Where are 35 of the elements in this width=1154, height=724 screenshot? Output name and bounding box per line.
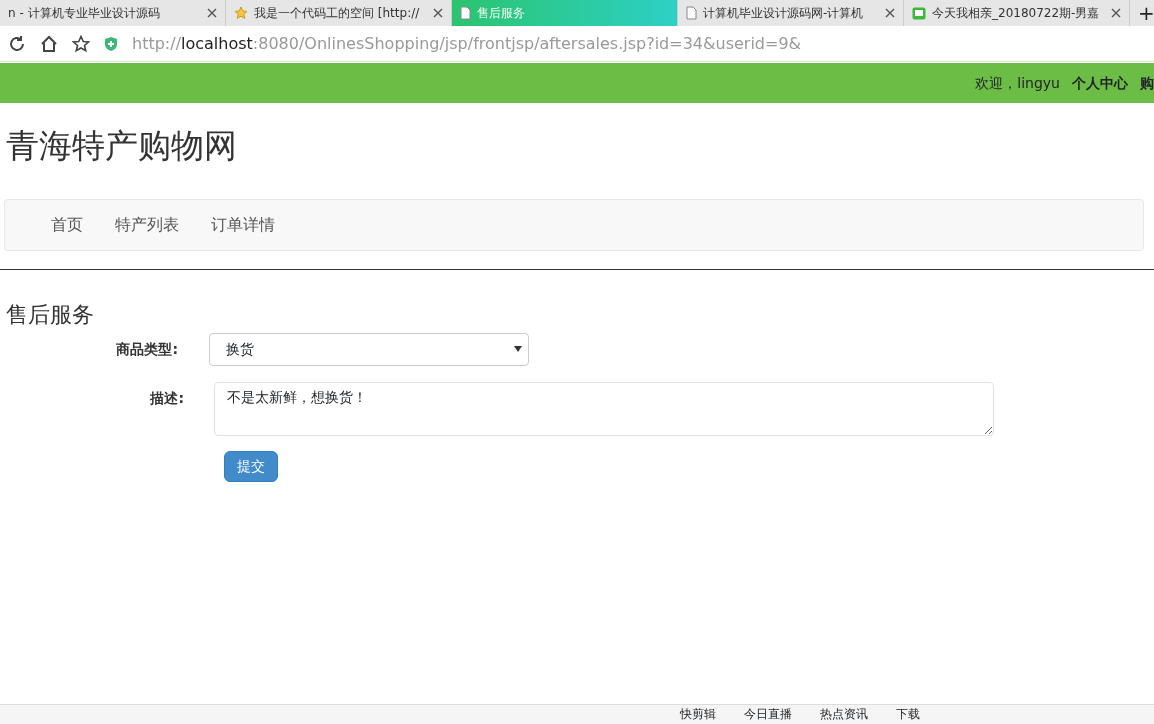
nav-link[interactable]: 订单详情	[195, 212, 291, 237]
header-link[interactable]: 购	[1140, 72, 1154, 94]
url-field[interactable]: http://localhost:8080/OnlinesShopping/jsp/frontjsp/aftersales.jsp?id=34&userid=9&	[132, 31, 802, 56]
browser-tab[interactable]: 今天我相亲_20180722期-男嘉	[904, 0, 1130, 26]
description-field[interactable]: 不是太新鲜，想换货！	[214, 381, 994, 436]
status-bar-item[interactable]: 快剪辑	[680, 705, 716, 724]
home-icon[interactable]	[40, 34, 58, 53]
header-link[interactable]: 个人中心	[1072, 72, 1128, 94]
type-label: 商品类型:	[115, 339, 178, 359]
reload-icon[interactable]	[8, 34, 26, 53]
page-heading: 售后服务	[6, 300, 95, 329]
browser-tab[interactable]: 计算机毕业设计源码网-计算机	[678, 0, 904, 26]
star-icon	[234, 6, 248, 20]
page-icon	[686, 6, 697, 20]
browser-tab[interactable]: n - 计算机专业毕业设计源码	[0, 0, 226, 26]
nav-link[interactable]: 特产列表	[99, 212, 195, 237]
submit-button[interactable]: 提交	[224, 450, 278, 482]
close-icon[interactable]	[885, 8, 895, 18]
status-bar-item[interactable]: 热点资讯	[820, 705, 868, 724]
close-icon[interactable]	[1111, 8, 1121, 18]
dropdown-caret-icon	[514, 346, 522, 352]
new-tab-button[interactable]: +	[1130, 0, 1154, 26]
nav-link[interactable]: 首页	[35, 212, 99, 237]
status-bar-item[interactable]: 今日直播	[744, 705, 792, 724]
close-icon[interactable]	[207, 8, 217, 18]
star-icon[interactable]	[72, 34, 90, 53]
type-select[interactable]: 换货	[209, 332, 529, 366]
status-bar-item[interactable]: 下载	[896, 705, 920, 724]
page-icon	[460, 6, 471, 20]
welcome-text: 欢迎，lingyu	[975, 73, 1060, 93]
close-icon[interactable]	[433, 8, 443, 18]
description-label: 描述:	[149, 388, 184, 408]
video-icon	[912, 6, 926, 20]
site-title: 青海特产购物网	[6, 125, 238, 167]
shield-icon	[104, 35, 118, 52]
